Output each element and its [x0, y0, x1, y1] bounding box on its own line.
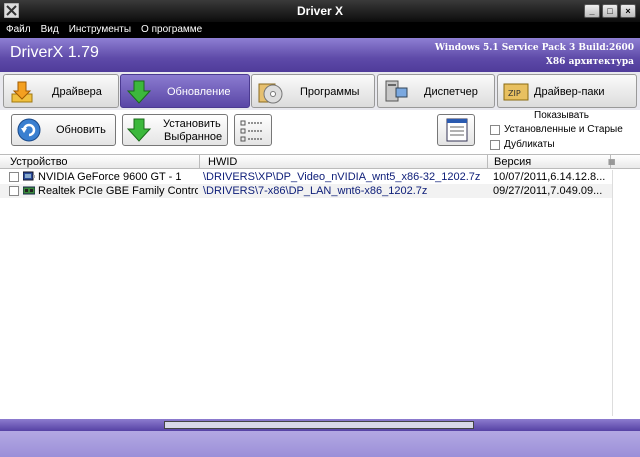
column-hwid[interactable]: HWID: [208, 156, 237, 169]
tab-update[interactable]: Обновление: [120, 74, 250, 108]
bottom-splitter: [0, 419, 640, 431]
checklist-icon: [240, 120, 262, 142]
tab-manager-label: Диспетчер: [424, 86, 478, 98]
app-brand: DriverX 1.79: [10, 44, 99, 61]
tab-update-label: Обновление: [167, 86, 231, 98]
network-card-icon: [23, 186, 35, 195]
header-banner: DriverX 1.79 Windows 5.1 Service Pack 3 …: [0, 38, 640, 72]
table-header: Устройство HWID Версия ▦: [0, 154, 640, 169]
tab-manager[interactable]: Диспетчер: [377, 74, 495, 108]
filter-installed-old[interactable]: Установленные и Старые: [490, 124, 623, 135]
row-version: 10/07/2011,6.14.12.8...: [493, 171, 606, 183]
vertical-scrollbar[interactable]: [612, 170, 624, 416]
zip-archive-icon: ZIP: [503, 83, 529, 101]
refresh-icon: [17, 118, 41, 142]
column-version[interactable]: Версия: [494, 156, 531, 169]
install-button-label-line1: Установить: [163, 118, 221, 130]
tab-drivers-label: Драйвера: [52, 86, 102, 98]
green-arrow-down-icon: [126, 80, 152, 104]
download-arrow-icon: [11, 81, 33, 103]
close-button[interactable]: ×: [620, 4, 636, 18]
computer-icon: [385, 80, 408, 102]
row-device: NVIDIA GeForce 9600 GT - 1: [38, 171, 182, 183]
svg-text:ZIP: ZIP: [508, 89, 521, 98]
menu-file[interactable]: Файл: [6, 22, 37, 38]
disc-icon: [258, 83, 283, 104]
menu-about[interactable]: О программе: [141, 22, 208, 38]
row-checkbox[interactable]: [9, 172, 19, 182]
tab-programs-label: Программы: [300, 86, 360, 98]
row-checkbox[interactable]: [9, 186, 19, 196]
table-row[interactable]: Realtek PCIe GBE Family Controlle... \DR…: [0, 184, 612, 198]
filter-installed-old-label: Установленные и Старые: [504, 124, 623, 135]
install-arrow-icon: [126, 118, 152, 142]
menu-bar: Файл Вид Инструменты О программе: [0, 22, 640, 38]
tab-bar: Драйвера Обновление Программы Диспетчер …: [0, 72, 640, 110]
refresh-button-label: Обновить: [56, 124, 106, 136]
filter-duplicates-checkbox[interactable]: [490, 139, 500, 150]
install-button-label-line2: Выбранное: [164, 131, 223, 143]
splitter-grip[interactable]: [164, 421, 474, 429]
menu-view[interactable]: Вид: [41, 22, 65, 38]
toolbar: Обновить Установить Выбранное Показывать: [0, 110, 640, 154]
table-row[interactable]: NVIDIA GeForce 9600 GT - 1 \DRIVERS\XP\D…: [0, 170, 612, 184]
minimize-button[interactable]: _: [584, 4, 600, 18]
filter-duplicates[interactable]: Дубликаты: [490, 139, 555, 150]
tab-driver-packs[interactable]: ZIP Драйвер-паки: [497, 74, 637, 108]
select-all-button[interactable]: [234, 114, 272, 146]
column-device[interactable]: Устройство: [10, 156, 68, 169]
window-list-icon: [446, 118, 468, 142]
row-hwid: \DRIVERS\XP\DP_Video_nVIDIA_wnt5_x86-32_…: [203, 171, 481, 183]
maximize-button[interactable]: □: [602, 4, 618, 18]
view-options-button[interactable]: [437, 114, 475, 146]
filter-duplicates-label: Дубликаты: [504, 139, 555, 150]
status-bar: [0, 431, 640, 457]
row-hwid: \DRIVERS\7-x86\DP_LAN_wnt6-x86_1202.7z: [203, 185, 428, 197]
row-device: Realtek PCIe GBE Family Controlle...: [38, 185, 198, 197]
install-selected-button[interactable]: Установить Выбранное: [122, 114, 228, 146]
tab-drivers[interactable]: Драйвера: [3, 74, 119, 108]
tab-driver-packs-label: Драйвер-паки: [534, 86, 605, 98]
refresh-button[interactable]: Обновить: [11, 114, 116, 146]
video-card-icon: [23, 171, 35, 181]
menu-tools[interactable]: Инструменты: [69, 22, 137, 38]
system-info-os: Windows 5.1 Service Pack 3 Build:2600: [434, 43, 634, 53]
filter-installed-old-checkbox[interactable]: [490, 124, 500, 135]
title-bar: Driver X _ □ ×: [0, 0, 640, 22]
system-info-arch: X86 архитектура: [545, 57, 634, 67]
window-title: Driver X: [296, 4, 344, 18]
show-filter-label: Показывать: [534, 110, 589, 121]
column-options-icon[interactable]: ▦: [608, 157, 618, 167]
row-version: 09/27/2011,7.049.09...: [493, 185, 603, 197]
tab-programs[interactable]: Программы: [251, 74, 375, 108]
